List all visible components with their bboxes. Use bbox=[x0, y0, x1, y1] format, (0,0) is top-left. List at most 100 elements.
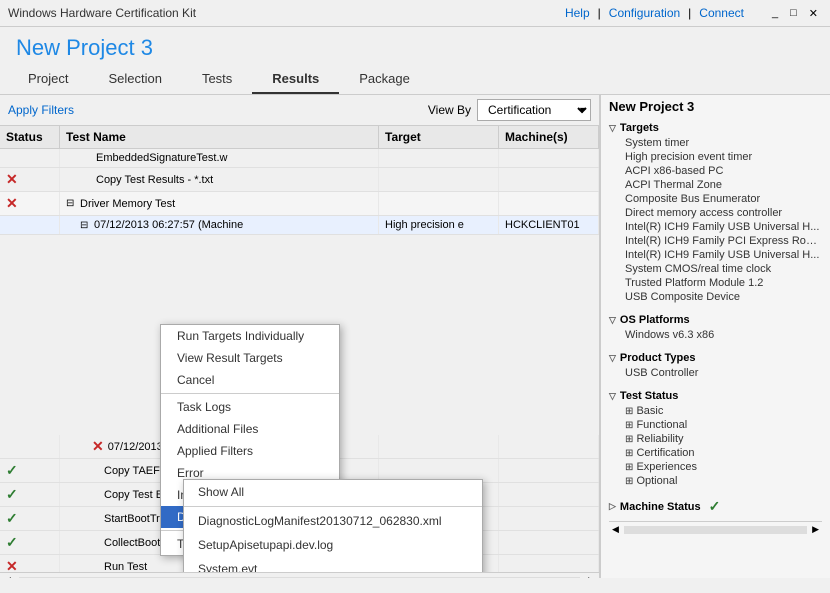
check-icon: ✓ bbox=[6, 462, 18, 479]
menu-cancel[interactable]: Cancel bbox=[161, 369, 339, 391]
menu-task-logs[interactable]: Task Logs bbox=[161, 396, 339, 418]
submenu-show-all[interactable]: Show All bbox=[184, 480, 482, 504]
horizontal-scrollbar[interactable] bbox=[19, 577, 580, 579]
tree-item[interactable]: USB Composite Device bbox=[623, 290, 822, 304]
col-status: Status bbox=[0, 126, 60, 148]
tree-section-targets: ▽ Targets System timer High precision ev… bbox=[609, 120, 822, 304]
tab-tests[interactable]: Tests bbox=[182, 65, 252, 94]
tree-header-os-platforms[interactable]: ▽ OS Platforms bbox=[609, 312, 822, 328]
tab-selection[interactable]: Selection bbox=[88, 65, 181, 94]
help-link[interactable]: Help bbox=[565, 6, 590, 20]
title-bar: Windows Hardware Certification Kit Help … bbox=[0, 0, 830, 27]
tree-item[interactable]: Intel(R) ICH9 Family USB Universal H... bbox=[623, 248, 822, 262]
tree-item[interactable]: Intel(R) ICH9 Family USB Universal H... bbox=[623, 220, 822, 234]
separator bbox=[161, 393, 339, 394]
expand-icon: ⊞ bbox=[625, 476, 633, 487]
menu-view-result-targets[interactable]: View Result Targets bbox=[161, 347, 339, 369]
product-types-children: USB Controller bbox=[609, 366, 822, 380]
tree-section-os-platforms: ▽ OS Platforms Windows v6.3 x86 bbox=[609, 312, 822, 342]
expand-icon: ⊞ bbox=[625, 406, 633, 417]
apply-filters-button[interactable]: Apply Filters bbox=[8, 103, 74, 117]
expand-icon[interactable]: ⊟ bbox=[66, 198, 76, 209]
arrow-icon: ▽ bbox=[609, 353, 616, 364]
col-target: Target bbox=[379, 126, 499, 148]
expand-icon: ⊞ bbox=[625, 434, 633, 445]
tree-item[interactable]: Windows v6.3 x86 bbox=[623, 328, 822, 342]
tree-item[interactable]: Direct memory access controller bbox=[623, 206, 822, 220]
expand-icon[interactable]: ⊟ bbox=[80, 220, 90, 231]
test-status-children: ⊞ Basic ⊞ Functional ⊞ Reliability ⊞ Cer… bbox=[609, 404, 822, 488]
maximize-button[interactable]: □ bbox=[786, 7, 801, 20]
right-panel: New Project 3 ▽ Targets System timer Hig… bbox=[600, 95, 830, 578]
table-body: EmbeddedSignatureTest.w ✕ Copy Test Resu… bbox=[0, 149, 599, 572]
cross-icon: ✕ bbox=[6, 558, 18, 572]
view-by-select-wrapper: Certification All Status bbox=[477, 99, 591, 121]
tree-item-reliability[interactable]: ⊞ Reliability bbox=[623, 432, 822, 446]
expand-icon: ⊞ bbox=[625, 420, 633, 431]
view-by-select[interactable]: Certification All Status bbox=[477, 99, 591, 121]
check-icon: ✓ bbox=[6, 510, 18, 527]
tree-item-certification[interactable]: ⊞ Certification bbox=[623, 446, 822, 460]
arrow-icon: ▽ bbox=[609, 123, 616, 134]
expand-icon: ⊞ bbox=[625, 462, 633, 473]
tree-item-basic[interactable]: ⊞ Basic bbox=[623, 404, 822, 418]
connect-link[interactable]: Connect bbox=[699, 6, 744, 20]
tree-section-product-types: ▽ Product Types USB Controller bbox=[609, 350, 822, 380]
tree-item[interactable]: System CMOS/real time clock bbox=[623, 262, 822, 276]
tab-package[interactable]: Package bbox=[339, 65, 430, 94]
os-platforms-children: Windows v6.3 x86 bbox=[609, 328, 822, 342]
minimize-button[interactable]: _ bbox=[768, 7, 782, 20]
table-row: ✕ Copy Test Results - *.txt bbox=[0, 168, 599, 192]
tree-item-experiences[interactable]: ⊞ Experiences bbox=[623, 460, 822, 474]
submenu-diagnostic-log-manifest[interactable]: DiagnosticLogManifest20130712_062830.xml bbox=[184, 509, 482, 533]
tree-section-test-status: ▽ Test Status ⊞ Basic ⊞ Functional ⊞ Rel… bbox=[609, 388, 822, 488]
machine-status-check: ✓ bbox=[709, 498, 721, 515]
menu-additional-files[interactable]: Additional Files bbox=[161, 418, 339, 440]
project-title: New Project 3 bbox=[0, 27, 830, 65]
tab-results[interactable]: Results bbox=[252, 65, 339, 94]
scroll-left-button[interactable]: ◀ bbox=[0, 575, 15, 578]
tree-item-optional[interactable]: ⊞ Optional bbox=[623, 474, 822, 488]
tree-item-functional[interactable]: ⊞ Functional bbox=[623, 418, 822, 432]
left-panel: Apply Filters View By Certification All … bbox=[0, 95, 600, 578]
submenu-system-evt[interactable]: System.evt bbox=[184, 557, 482, 572]
tree-item[interactable]: Composite Bus Enumerator bbox=[623, 192, 822, 206]
tab-project[interactable]: Project bbox=[8, 65, 88, 94]
bottom-scrollbar: ◀ ▶ bbox=[0, 572, 599, 578]
check-icon: ✓ bbox=[6, 534, 18, 551]
table-row: EmbeddedSignatureTest.w bbox=[0, 149, 599, 168]
right-panel-scrollbar: ◀ ▶ bbox=[609, 521, 822, 537]
arrow-icon: ▽ bbox=[609, 391, 616, 402]
menu-applied-filters[interactable]: Applied Filters bbox=[161, 440, 339, 462]
scroll-left-button[interactable]: ◀ bbox=[609, 524, 622, 535]
tree-item[interactable]: ACPI x86-based PC bbox=[623, 164, 822, 178]
tree-header-machine-status[interactable]: ▷ Machine Status ✓ bbox=[609, 496, 822, 517]
toolbar-right: View By Certification All Status bbox=[428, 99, 591, 121]
tree-item[interactable]: Intel(R) ICH9 Family PCI Express Roo... bbox=[623, 234, 822, 248]
targets-children: System timer High precision event timer … bbox=[609, 136, 822, 304]
toolbar: Apply Filters View By Certification All … bbox=[0, 95, 599, 126]
col-machine: Machine(s) bbox=[499, 126, 599, 148]
submenu-setupapi[interactable]: SetupApisetupapi.dev.log bbox=[184, 533, 482, 557]
cross-icon: ✕ bbox=[6, 171, 18, 188]
submenu: Show All DiagnosticLogManifest20130712_0… bbox=[183, 479, 483, 572]
app-title: Windows Hardware Certification Kit bbox=[8, 6, 196, 20]
horizontal-scrollbar[interactable] bbox=[624, 526, 807, 534]
config-link[interactable]: Configuration bbox=[609, 6, 680, 20]
tree-item[interactable]: Trusted Platform Module 1.2 bbox=[623, 276, 822, 290]
tree-header-targets[interactable]: ▽ Targets bbox=[609, 120, 822, 136]
tree-item[interactable]: ACPI Thermal Zone bbox=[623, 178, 822, 192]
scroll-right-button[interactable]: ▶ bbox=[809, 524, 822, 535]
view-by-label: View By bbox=[428, 103, 471, 117]
tree-header-test-status[interactable]: ▽ Test Status bbox=[609, 388, 822, 404]
close-button[interactable]: ✕ bbox=[805, 7, 822, 20]
table-header: Status Test Name Target Machine(s) bbox=[0, 126, 599, 149]
tree-header-product-types[interactable]: ▽ Product Types bbox=[609, 350, 822, 366]
expand-icon: ⊞ bbox=[625, 448, 633, 459]
col-testname: Test Name bbox=[60, 126, 379, 148]
tree-item[interactable]: High precision event timer bbox=[623, 150, 822, 164]
menu-run-targets[interactable]: Run Targets Individually bbox=[161, 325, 339, 347]
tree-item[interactable]: System timer bbox=[623, 136, 822, 150]
scroll-right-button[interactable]: ▶ bbox=[584, 575, 599, 578]
tree-item[interactable]: USB Controller bbox=[623, 366, 822, 380]
